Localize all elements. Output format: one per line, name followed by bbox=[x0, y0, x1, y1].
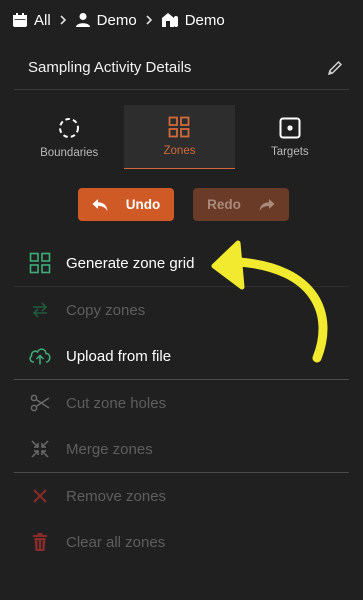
menu-item-label: Generate zone grid bbox=[66, 254, 195, 272]
tab-zones[interactable]: Zones bbox=[124, 105, 235, 169]
merge-icon bbox=[28, 437, 52, 461]
grid-icon bbox=[28, 251, 52, 275]
menu-item-label: Copy zones bbox=[66, 301, 146, 319]
breadcrumb-farm[interactable]: Demo bbox=[161, 12, 225, 29]
undo-label: Undo bbox=[125, 197, 161, 212]
breadcrumb-label: Demo bbox=[96, 11, 137, 29]
target-icon bbox=[279, 117, 301, 138]
person-icon bbox=[75, 13, 90, 27]
tab-label: Boundaries bbox=[40, 146, 99, 159]
menu-item-label: Clear all zones bbox=[66, 533, 166, 551]
undo-arrow-icon bbox=[92, 198, 108, 211]
copy-zones-item[interactable]: Copy zones bbox=[14, 287, 349, 333]
generate-zone-grid-item[interactable]: Generate zone grid bbox=[14, 240, 349, 286]
tab-label: Zones bbox=[163, 145, 196, 157]
menu-item-label: Remove zones bbox=[66, 487, 167, 505]
trash-icon bbox=[28, 530, 52, 554]
breadcrumb-grower[interactable]: Demo bbox=[75, 12, 137, 29]
mode-tabs: Boundaries Zones Targets bbox=[14, 105, 345, 169]
page-title: Sampling Activity Details bbox=[28, 59, 192, 76]
close-x-icon bbox=[28, 484, 52, 508]
chevron-right-icon bbox=[145, 15, 153, 25]
edit-button[interactable] bbox=[323, 56, 347, 80]
breadcrumb: All Demo Demo bbox=[12, 10, 225, 30]
remove-zones-item[interactable]: Remove zones bbox=[14, 473, 349, 519]
clear-all-zones-item[interactable]: Clear all zones bbox=[14, 519, 349, 565]
undo-button[interactable]: Undo bbox=[78, 188, 174, 221]
merge-zones-item[interactable]: Merge zones bbox=[14, 426, 349, 472]
tab-label: Targets bbox=[270, 145, 309, 158]
menu-item-label: Upload from file bbox=[66, 347, 172, 365]
farm-icon bbox=[161, 13, 178, 27]
breadcrumb-all[interactable]: All bbox=[12, 12, 51, 29]
history-controls: Undo Redo bbox=[78, 188, 289, 221]
zones-grid-icon bbox=[169, 116, 190, 138]
calendar-icon bbox=[13, 13, 27, 27]
redo-button[interactable]: Redo bbox=[193, 188, 289, 221]
chevron-right-icon bbox=[59, 15, 67, 25]
redo-label: Redo bbox=[207, 197, 241, 212]
redo-arrow-icon bbox=[259, 198, 275, 211]
tab-targets[interactable]: Targets bbox=[235, 105, 345, 169]
breadcrumb-label: Demo bbox=[184, 11, 225, 29]
scissors-icon bbox=[28, 391, 52, 415]
upload-from-file-item[interactable]: Upload from file bbox=[14, 333, 349, 379]
boundary-icon bbox=[59, 117, 80, 138]
panel-header: Sampling Activity Details bbox=[14, 46, 349, 90]
swap-arrows-icon bbox=[28, 298, 52, 322]
breadcrumb-label: All bbox=[34, 11, 51, 29]
cloud-upload-icon bbox=[28, 344, 52, 368]
tab-boundaries[interactable]: Boundaries bbox=[14, 105, 124, 169]
cut-zone-holes-item[interactable]: Cut zone holes bbox=[14, 380, 349, 426]
zone-actions-menu: Generate zone grid Copy zones Upload fro… bbox=[14, 240, 349, 565]
pencil-icon bbox=[327, 60, 343, 75]
menu-item-label: Merge zones bbox=[66, 440, 153, 458]
menu-item-label: Cut zone holes bbox=[66, 394, 167, 412]
